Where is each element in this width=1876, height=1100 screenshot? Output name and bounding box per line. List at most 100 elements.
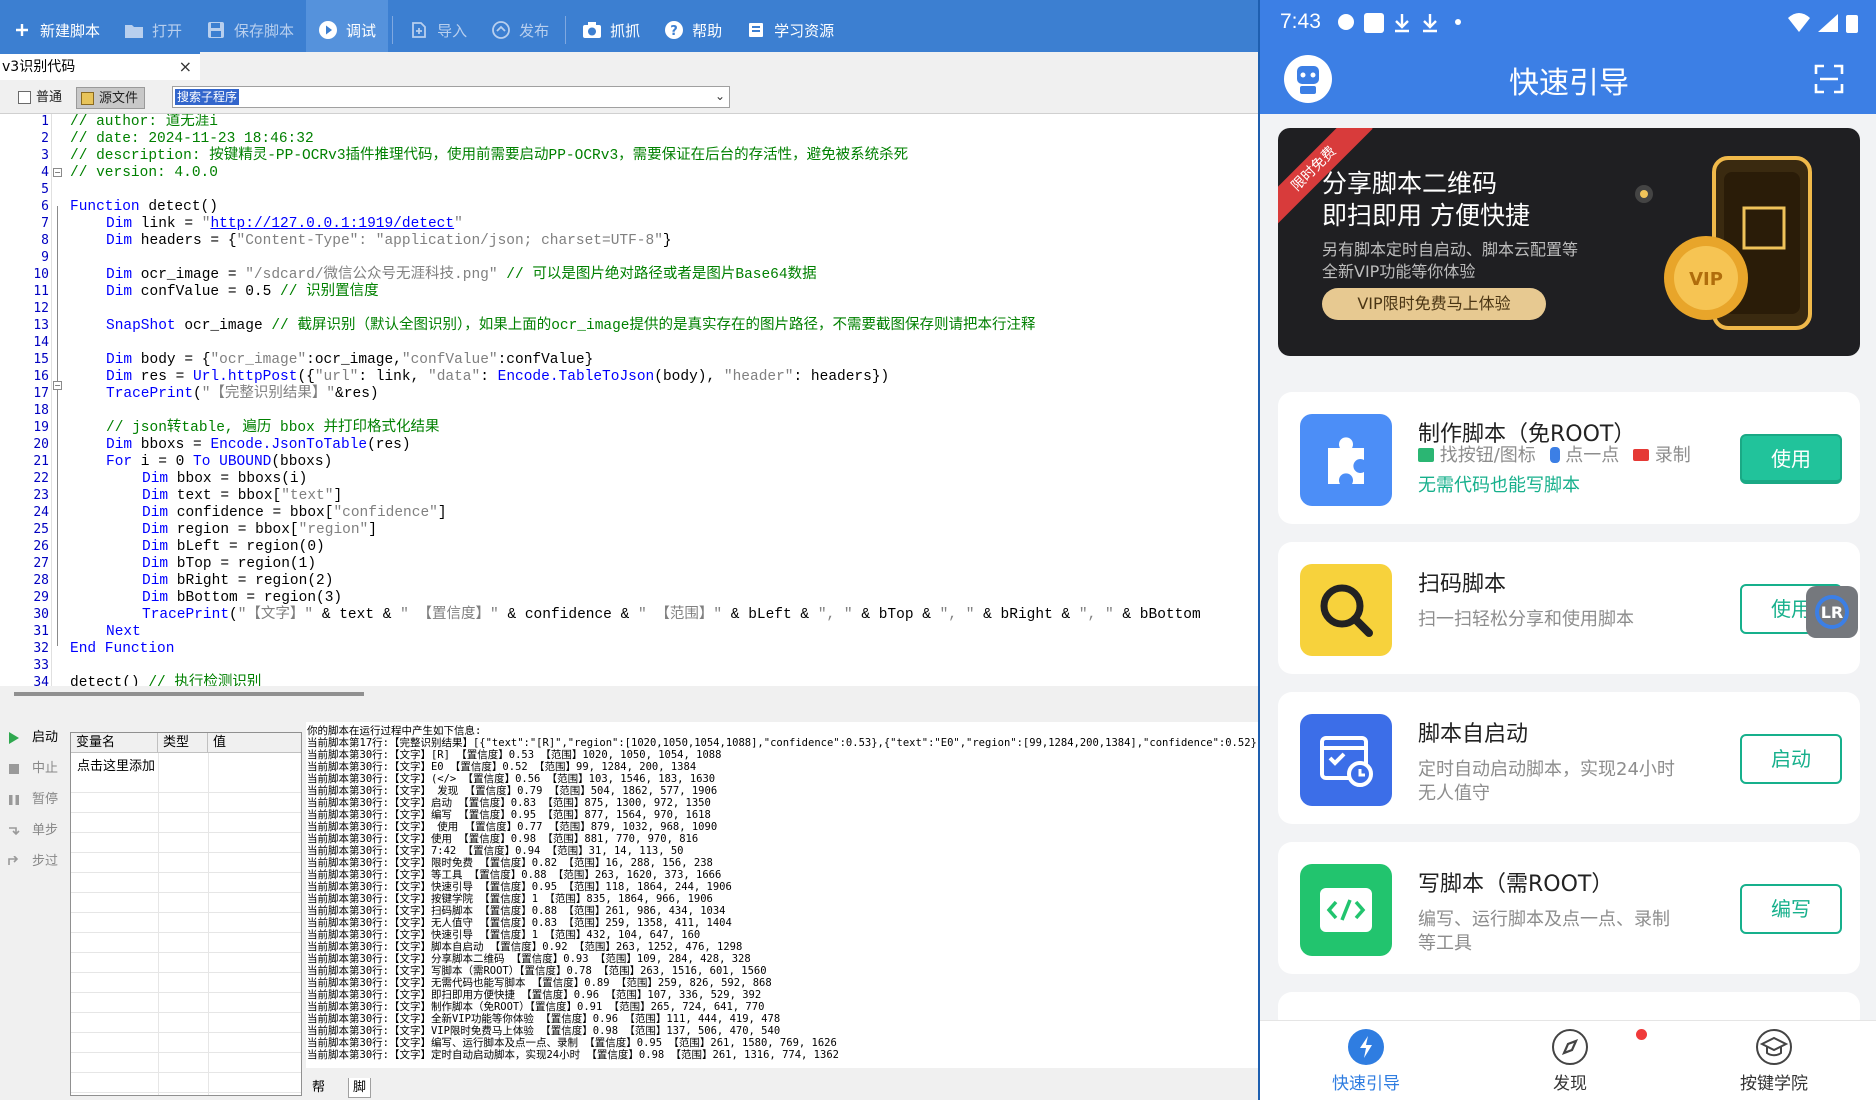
editor-horizontal-scrollbar[interactable] — [14, 692, 364, 696]
pause-button[interactable]: 暂停 — [6, 790, 58, 810]
subroutine-search-combo[interactable]: 搜索子程序 ⌄ — [172, 86, 730, 108]
add-variable-row[interactable]: 点击这里添加 — [77, 755, 155, 774]
code-keyword: Dim — [142, 522, 169, 538]
nav-label: 按键学院 — [1740, 1074, 1808, 1094]
code-string: "confValue" — [401, 352, 498, 368]
save-icon — [206, 20, 226, 40]
output-line: 当前脚本第17行:【完整识别结果】[{"text":"[R]","region"… — [307, 737, 1258, 749]
start-button[interactable]: 启动 — [6, 728, 58, 748]
column-header-value[interactable]: 值 — [208, 733, 301, 753]
code-text: text = bbox[ — [168, 488, 282, 504]
column-header-type[interactable]: 类型 — [158, 733, 208, 753]
code-editor[interactable]: 1 2 3 4 5 6 7 8 9 10 11 12 13 14 15 16 17 18 19 20 21 22 23 24 2… — [0, 114, 1258, 686]
vip-trial-button[interactable]: VIP限时免费马上体验 — [1322, 288, 1546, 320]
help-button[interactable]: ? 帮助 — [652, 0, 734, 60]
output-line: 当前脚本第30行:【文字】限时免费 【置信度】0.82 【范围】16, 288,… — [307, 857, 713, 869]
document-tab[interactable]: v3识别代码 × — [0, 52, 200, 80]
image-icon — [1418, 448, 1434, 462]
code-area[interactable]: // author: 道无涯i // date: 2024-11-23 18:4… — [70, 114, 1258, 686]
line-number: 27 — [33, 556, 49, 571]
document-tabbar: v3识别代码 × — [0, 52, 1258, 80]
debug-button[interactable]: 调试 — [306, 0, 389, 60]
step-button[interactable]: 单步 — [6, 821, 58, 841]
code-url-link[interactable]: http://127.0.0.1:1919/detect — [210, 216, 454, 232]
nav-discover[interactable]: 发现 — [1500, 1029, 1640, 1094]
vip-promo-banner[interactable]: 限时免费 分享脚本二维码 即扫即用 方便快捷 另有脚本定时自启动、脚本云配置等 … — [1278, 128, 1860, 356]
card-subtitle: 扫一扫轻松分享和使用脚本 — [1418, 609, 1634, 630]
new-script-button[interactable]: 新建脚本 — [0, 0, 112, 60]
notification-dot — [1636, 1029, 1647, 1040]
stop-button[interactable]: 中止 — [6, 759, 58, 779]
card-write-script[interactable]: 写脚本（需ROOT） 编写、运行脚本及点一点、录制 等工具 编写 — [1278, 842, 1860, 974]
import-button[interactable]: 导入 — [397, 0, 479, 60]
puzzle-icon — [1300, 414, 1392, 506]
code-comment: // author: 道无涯i — [70, 114, 218, 130]
line-number: 28 — [33, 573, 49, 588]
code-string: " 【范围】" — [637, 607, 723, 623]
source-mode-button[interactable]: 源文件 — [76, 87, 146, 109]
capture-button[interactable]: 抓抓 — [570, 0, 652, 60]
output-line: 当前脚本第30行:【文字】即扫即用方便快捷 【置信度】0.96 【范围】107,… — [307, 989, 762, 1001]
code-function: UBOUND — [219, 454, 272, 470]
code-keyword: Dim — [142, 590, 169, 606]
card-auto-start[interactable]: 脚本自启动 定时自动启动脚本，实现24小时 无人值守 启动 — [1278, 692, 1860, 824]
code-text: confValue = 0.5 — [132, 284, 281, 300]
banner-subtitle: 另有脚本定时自启动、脚本云配置等 — [1322, 240, 1579, 259]
tab-script-info[interactable]: 脚本信息 — [348, 1078, 372, 1098]
table-row — [71, 773, 301, 793]
code-line: TracePrint("【完整识别结果】"&res) — [106, 386, 379, 403]
code-string: "url" — [314, 369, 359, 385]
table-row — [71, 913, 301, 933]
start-button[interactable]: 启动 — [1740, 734, 1842, 784]
floating-assistant-button[interactable]: LR — [1806, 586, 1858, 638]
code-line: Next — [106, 624, 141, 641]
code-function: TracePrint — [106, 386, 194, 402]
normal-mode-button[interactable]: 普通 — [14, 87, 68, 109]
fold-toggle-icon[interactable]: − — [53, 381, 62, 390]
debug-output-panel[interactable]: 你的脚本在运行过程中产生如下信息: 当前脚本第17行:【完整识别结果】[{"te… — [306, 722, 1258, 1068]
code-string: " 【置信度】" — [400, 607, 499, 623]
output-line: 当前脚本第30行:【文字】(</> 【置信度】0.56 【范围】103, 154… — [307, 773, 716, 785]
publish-button[interactable]: 发布 — [479, 0, 561, 60]
nav-quick-guide[interactable]: 快速引导 — [1296, 1029, 1436, 1094]
save-script-button[interactable]: 保存脚本 — [194, 0, 306, 60]
step-over-button[interactable]: 步过 — [6, 852, 58, 872]
code-text: ( — [193, 386, 202, 402]
fullscreen-scan-icon[interactable] — [1814, 64, 1844, 94]
code-editor-icon — [1300, 864, 1392, 956]
table-row — [71, 1033, 301, 1053]
chevron-down-icon[interactable]: ⌄ — [715, 89, 725, 103]
code-comment: // 截屏识别（默认全图识别），如果上面的ocr_image提供的是真实存在的图… — [271, 318, 1036, 334]
card-make-script[interactable]: 制作脚本（免ROOT） 找按钮/图标 点一点 录制 无需代码也能写脚本 使用 — [1278, 392, 1860, 524]
use-button[interactable]: 使用 — [1740, 434, 1842, 484]
code-string: "region" — [298, 522, 369, 538]
write-button[interactable]: 编写 — [1740, 884, 1842, 934]
compass-icon — [1552, 1029, 1588, 1065]
card-scan-script[interactable]: 扫码脚本 扫一扫轻松分享和使用脚本 使用 — [1278, 542, 1860, 674]
nav-academy[interactable]: 按键学院 — [1704, 1029, 1844, 1094]
bottom-navigation: 快速引导 发现 按键学院 — [1260, 1020, 1876, 1100]
code-keyword: Dim — [142, 488, 169, 504]
fold-toggle-icon[interactable]: − — [53, 168, 62, 177]
output-horizontal-scrollbar[interactable] — [306, 1070, 1258, 1076]
open-label: 打开 — [152, 21, 183, 40]
code-line: Dim bBottom = region(3) — [142, 590, 342, 607]
tab-help[interactable]: 帮助 — [308, 1078, 329, 1098]
variable-watch-table[interactable]: 变量名 类型 值 点击这里添加 — [70, 732, 302, 1096]
line-number: 19 — [33, 420, 49, 435]
code-text: i = 0 — [132, 454, 194, 470]
line-number: 26 — [33, 539, 49, 554]
code-text: &res) — [335, 386, 379, 402]
column-header-name[interactable]: 变量名 — [71, 733, 158, 753]
code-text: ({ — [297, 369, 315, 385]
import-icon — [409, 20, 429, 40]
code-text: ] — [333, 488, 343, 504]
close-icon[interactable]: × — [179, 54, 192, 80]
code-text: & bBottom — [1113, 607, 1201, 623]
learn-resources-button[interactable]: 学习资源 — [734, 0, 846, 60]
line-number: 16 — [33, 369, 49, 384]
line-number: 17 — [33, 386, 49, 401]
code-text: (res) — [367, 437, 411, 453]
code-line: Dim bboxs = Encode.JsonToTable(res) — [106, 437, 411, 454]
open-button[interactable]: 打开 — [112, 0, 194, 60]
